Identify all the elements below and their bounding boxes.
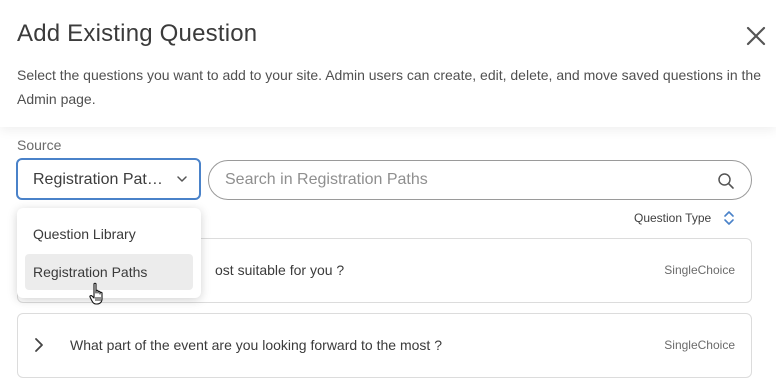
chevron-down-icon xyxy=(177,176,187,182)
source-dropdown-menu: Question Library Registration Paths xyxy=(17,208,201,298)
option-label: Question Library xyxy=(33,226,136,242)
close-button[interactable] xyxy=(742,22,770,50)
dialog-title: Add Existing Question xyxy=(17,20,258,47)
dialog-body: Source Registration Pat… Question Type o… xyxy=(0,127,776,383)
source-select-value: Registration Pat… xyxy=(33,171,163,188)
close-icon xyxy=(746,26,766,46)
dialog-description: Select the questions you want to add to … xyxy=(17,67,762,107)
source-label: Source xyxy=(17,137,62,153)
search-box xyxy=(208,160,752,200)
question-text: ost suitable for you ? xyxy=(215,262,345,278)
source-option-registration-paths[interactable]: Registration Paths xyxy=(25,254,193,290)
search-input[interactable] xyxy=(225,169,705,191)
sort-icon xyxy=(724,211,734,225)
search-icon[interactable] xyxy=(717,172,735,190)
question-type: SingleChoice xyxy=(664,263,735,277)
source-option-question-library[interactable]: Question Library xyxy=(25,216,193,252)
chevron-right-icon[interactable] xyxy=(31,337,47,353)
question-type: SingleChoice xyxy=(664,338,735,352)
hand-pointer-cursor xyxy=(89,282,103,305)
question-card[interactable]: What part of the event are you looking f… xyxy=(17,313,752,378)
question-type-sort-label: Question Type xyxy=(634,211,712,225)
question-text: What part of the event are you looking f… xyxy=(70,337,442,353)
source-select[interactable]: Registration Pat… xyxy=(16,158,201,200)
option-label: Registration Paths xyxy=(33,264,148,280)
dialog-header: Add Existing Question Select the questio… xyxy=(0,0,776,127)
